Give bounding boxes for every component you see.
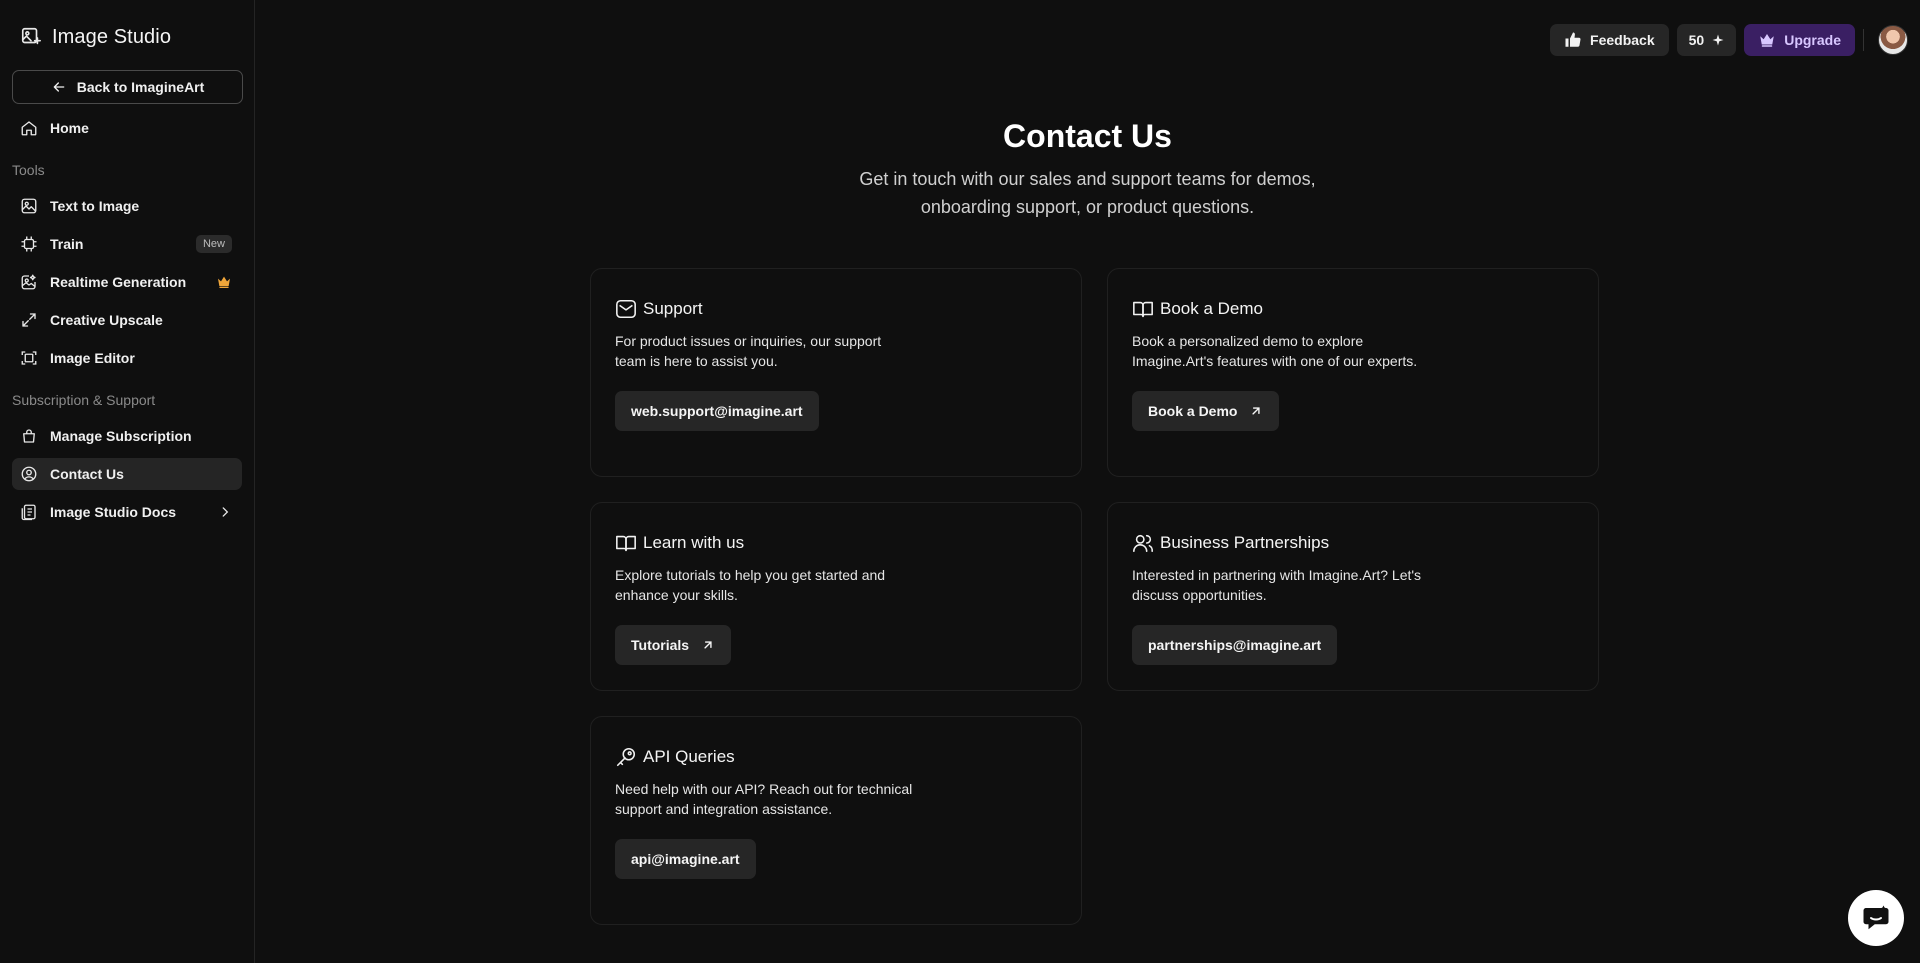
card-title: Book a Demo xyxy=(1160,299,1263,318)
sidebar-item-creative-upscale[interactable]: Creative Upscale xyxy=(12,304,242,336)
users-icon xyxy=(1132,532,1154,554)
book-icon xyxy=(615,532,637,554)
sidebar-item-image-studio-docs[interactable]: Image Studio Docs xyxy=(12,496,242,528)
mail-icon xyxy=(615,298,637,320)
learn-card: Learn with us Explore tutorials to help … xyxy=(590,502,1082,691)
page-title: Contact Us xyxy=(1003,118,1172,154)
card-title: Support xyxy=(643,299,703,318)
book-demo-card: Book a Demo Book a personalized demo to … xyxy=(1107,268,1599,477)
api-email-button[interactable]: api@imagine.art xyxy=(615,839,756,879)
crown-icon xyxy=(1758,31,1776,49)
realtime-icon xyxy=(20,273,38,291)
partnerships-card: Business Partnerships Interested in part… xyxy=(1107,502,1599,691)
sidebar: Image Studio Back to ImagineArt Home Too… xyxy=(0,0,255,963)
new-badge: New xyxy=(195,235,232,253)
tutorials-button[interactable]: Tutorials xyxy=(615,625,732,665)
button-label: partnerships@imagine.art xyxy=(1148,637,1322,653)
book-demo-button[interactable]: Book a Demo xyxy=(1132,391,1280,431)
book-icon xyxy=(1132,298,1154,320)
button-label: Tutorials xyxy=(631,637,690,653)
chip-icon xyxy=(20,235,38,253)
chat-icon xyxy=(1861,903,1891,933)
sidebar-item-label: Home xyxy=(50,120,89,136)
sidebar-item-image-editor[interactable]: Image Editor xyxy=(12,342,242,374)
upgrade-label: Upgrade xyxy=(1784,32,1841,48)
sidebar-item-home[interactable]: Home xyxy=(12,112,242,144)
card-title: Learn with us xyxy=(643,533,745,552)
credits-count: 50 xyxy=(1688,32,1705,48)
button-label: Book a Demo xyxy=(1148,403,1238,419)
card-description: Book a personalized demo to explore Imag… xyxy=(1132,333,1418,369)
support-email-button[interactable]: web.support@imagine.art xyxy=(615,391,819,431)
card-description: Need help with our API? Reach out for te… xyxy=(615,781,913,817)
app-title: Image Studio xyxy=(52,25,172,48)
sparkle-icon xyxy=(1712,34,1724,46)
arrow-up-right-icon xyxy=(701,638,715,652)
upgrade-button[interactable]: Upgrade xyxy=(1744,24,1855,56)
top-bar: Feedback 50 Upgrade xyxy=(1550,24,1908,56)
button-label: web.support@imagine.art xyxy=(631,403,803,419)
avatar[interactable] xyxy=(1878,25,1908,55)
arrow-left-icon xyxy=(51,79,67,95)
back-label: Back to ImagineArt xyxy=(76,79,205,95)
home-icon xyxy=(20,119,38,137)
sidebar-item-label: Text to Image xyxy=(50,198,140,214)
credits-button[interactable]: 50 xyxy=(1676,24,1737,56)
card-description: Explore tutorials to help you get starte… xyxy=(615,567,886,603)
key-icon xyxy=(615,746,637,768)
api-queries-card: API Queries Need help with our API? Reac… xyxy=(590,716,1082,925)
back-to-imagineart-button[interactable]: Back to ImagineArt xyxy=(12,70,243,104)
sidebar-item-label: Creative Upscale xyxy=(50,312,163,328)
page-header: Contact Us Get in touch with our sales a… xyxy=(255,118,1920,221)
sidebar-item-label: Manage Subscription xyxy=(50,428,192,444)
card-title: Business Partnerships xyxy=(1160,533,1330,552)
editor-icon xyxy=(20,349,38,367)
thumbs-up-icon xyxy=(1564,31,1582,49)
button-label: api@imagine.art xyxy=(631,851,740,867)
sidebar-item-label: Image Studio Docs xyxy=(50,504,177,520)
sidebar-item-manage-subscription[interactable]: Manage Subscription xyxy=(12,420,242,452)
card-description: Interested in partnering with Imagine.Ar… xyxy=(1132,567,1422,603)
page-subtitle: Get in touch with our sales and support … xyxy=(859,169,1316,217)
sidebar-item-train[interactable]: Train New xyxy=(12,228,242,260)
card-title: API Queries xyxy=(643,747,735,766)
arrow-up-right-icon xyxy=(1249,404,1263,418)
sidebar-item-label: Train xyxy=(50,236,84,252)
tools-section-label: Tools xyxy=(12,162,45,178)
chevron-right-icon xyxy=(218,505,232,519)
bag-icon xyxy=(20,427,38,445)
expand-icon xyxy=(20,311,38,329)
sidebar-item-label: Contact Us xyxy=(50,466,124,482)
docs-icon xyxy=(20,503,38,521)
sidebar-item-contact-us[interactable]: Contact Us xyxy=(12,458,242,490)
image-icon xyxy=(20,197,38,215)
sidebar-item-label: Realtime Generation xyxy=(50,274,187,290)
brand[interactable]: Image Studio xyxy=(12,0,242,74)
feedback-label: Feedback xyxy=(1590,32,1655,48)
image-studio-logo-icon xyxy=(20,26,42,48)
sidebar-item-realtime-generation[interactable]: Realtime Generation xyxy=(12,266,242,298)
subscription-support-section-label: Subscription & Support xyxy=(12,392,156,408)
partnerships-email-button[interactable]: partnerships@imagine.art xyxy=(1132,625,1338,665)
header-divider xyxy=(1863,29,1864,51)
feedback-button[interactable]: Feedback xyxy=(1550,24,1669,56)
sidebar-item-label: Image Editor xyxy=(50,350,135,366)
sidebar-item-text-to-image[interactable]: Text to Image xyxy=(12,190,242,222)
chat-support-button[interactable] xyxy=(1848,890,1904,946)
card-description: For product issues or inquiries, our sup… xyxy=(615,333,882,369)
contact-icon xyxy=(20,465,38,483)
crown-icon xyxy=(216,274,232,290)
support-card: Support For product issues or inquiries,… xyxy=(590,268,1082,477)
